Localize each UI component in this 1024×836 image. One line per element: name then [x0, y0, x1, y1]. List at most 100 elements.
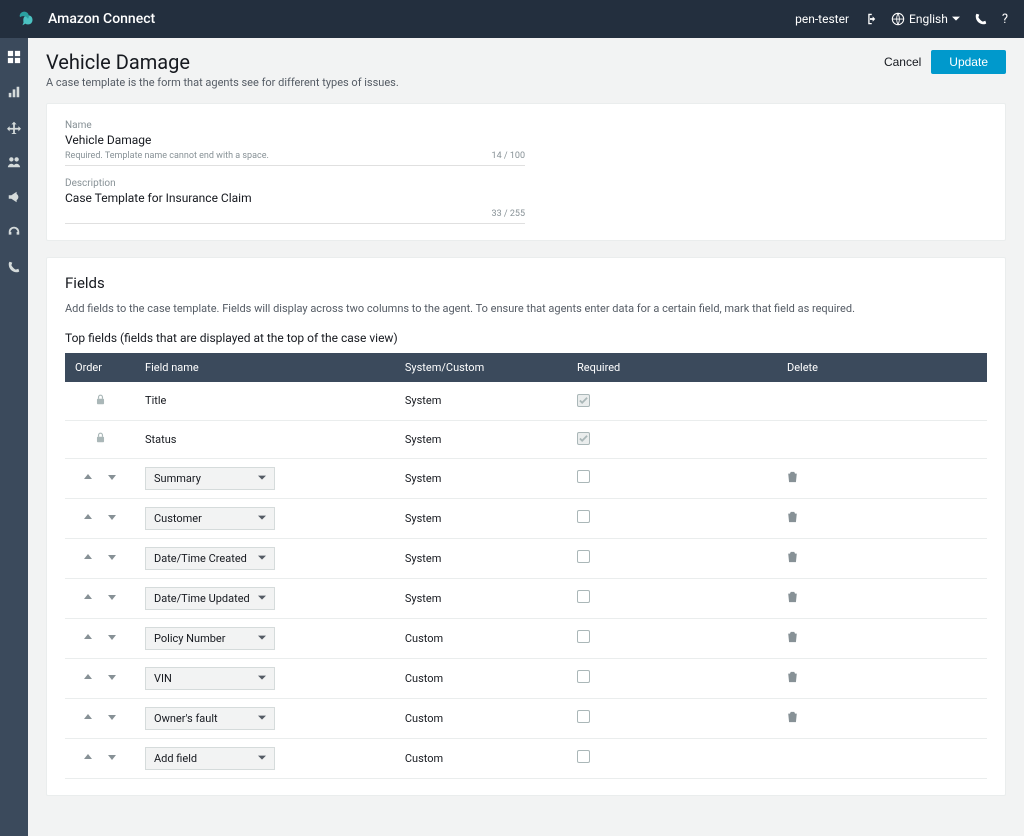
- table-row: TitleSystem: [65, 382, 987, 420]
- field-name-dropdown[interactable]: Date/Time Created: [145, 547, 275, 570]
- move-up-icon[interactable]: [83, 592, 93, 605]
- table-row: Add field Custom: [65, 738, 987, 778]
- move-up-icon[interactable]: [83, 752, 93, 765]
- lock-icon: [95, 395, 106, 408]
- move-up-icon[interactable]: [83, 672, 93, 685]
- delete-icon[interactable]: [787, 553, 798, 566]
- required-checkbox[interactable]: [577, 590, 590, 603]
- move-down-icon[interactable]: [107, 472, 117, 485]
- required-checkbox[interactable]: [577, 510, 590, 523]
- fields-table: Order Field name System/Custom Required …: [65, 353, 987, 779]
- required-checkbox[interactable]: [577, 470, 590, 483]
- move-up-icon[interactable]: [83, 712, 93, 725]
- move-up-icon[interactable]: [83, 552, 93, 565]
- routing-icon[interactable]: [7, 120, 21, 137]
- field-name-label: Title: [135, 382, 395, 420]
- table-row: StatusSystem: [65, 420, 987, 458]
- phone-nav-icon[interactable]: [7, 260, 21, 277]
- field-type-label: Custom: [395, 618, 567, 658]
- field-name-dropdown[interactable]: Customer: [145, 507, 275, 530]
- help-icon[interactable]: ?: [1002, 12, 1008, 27]
- name-label: Name: [65, 120, 525, 131]
- logo-icon: [16, 7, 38, 32]
- col-delete: Delete: [777, 353, 987, 382]
- field-name-dropdown[interactable]: Summary: [145, 467, 275, 490]
- fields-desc: Add fields to the case template. Fields …: [65, 302, 987, 315]
- delete-icon[interactable]: [787, 713, 798, 726]
- field-name-dropdown[interactable]: Policy Number: [145, 627, 275, 650]
- move-up-icon[interactable]: [83, 472, 93, 485]
- name-field-group: Name Vehicle Damage Required. Template n…: [65, 120, 525, 166]
- field-type-label: Custom: [395, 658, 567, 698]
- main-content: Vehicle Damage A case template is the fo…: [28, 38, 1024, 836]
- fields-title: Fields: [65, 274, 987, 292]
- lock-icon: [95, 433, 106, 446]
- required-checkbox[interactable]: [577, 710, 590, 723]
- table-row: CustomerSystem: [65, 498, 987, 538]
- field-type-label: Custom: [395, 698, 567, 738]
- move-down-icon[interactable]: [107, 512, 117, 525]
- delete-icon[interactable]: [787, 633, 798, 646]
- move-down-icon[interactable]: [107, 712, 117, 725]
- headset-icon[interactable]: [7, 225, 21, 242]
- field-type-label: System: [395, 420, 567, 458]
- required-checkbox[interactable]: [577, 630, 590, 643]
- move-up-icon[interactable]: [83, 632, 93, 645]
- move-down-icon[interactable]: [107, 552, 117, 565]
- delete-icon[interactable]: [787, 593, 798, 606]
- col-required: Required: [567, 353, 777, 382]
- move-down-icon[interactable]: [107, 592, 117, 605]
- field-name-dropdown[interactable]: Owner's fault: [145, 707, 275, 730]
- announcement-icon[interactable]: [7, 190, 21, 207]
- col-field-name: Field name: [135, 353, 395, 382]
- page-subtitle: A case template is the form that agents …: [46, 76, 399, 89]
- move-down-icon[interactable]: [107, 632, 117, 645]
- topbar-left: Amazon Connect: [16, 7, 155, 32]
- field-type-label: System: [395, 382, 567, 420]
- description-field-group: Description Case Template for Insurance …: [65, 178, 525, 224]
- required-checkbox: [577, 394, 590, 407]
- language-switcher[interactable]: English: [891, 12, 960, 26]
- update-button[interactable]: Update: [931, 50, 1006, 74]
- product-name: Amazon Connect: [48, 11, 155, 27]
- move-down-icon[interactable]: [107, 672, 117, 685]
- required-checkbox[interactable]: [577, 750, 590, 763]
- delete-icon[interactable]: [787, 513, 798, 526]
- topbar-right: pen-tester English ?: [795, 12, 1008, 27]
- delete-icon[interactable]: [787, 673, 798, 686]
- required-checkbox[interactable]: [577, 670, 590, 683]
- cancel-button[interactable]: Cancel: [884, 55, 921, 69]
- user-label[interactable]: pen-tester: [795, 12, 849, 26]
- logout-icon[interactable]: [863, 12, 877, 26]
- field-type-label: System: [395, 538, 567, 578]
- sidebar: [0, 38, 28, 836]
- field-name-dropdown[interactable]: Date/Time Updated: [145, 587, 275, 610]
- dashboard-icon[interactable]: [7, 50, 21, 67]
- name-counter: 14 / 100: [492, 151, 525, 161]
- metrics-icon[interactable]: [7, 85, 21, 102]
- field-name-dropdown[interactable]: VIN: [145, 667, 275, 690]
- field-type-label: Custom: [395, 738, 567, 778]
- move-down-icon[interactable]: [107, 752, 117, 765]
- topbar: Amazon Connect pen-tester English ?: [0, 0, 1024, 38]
- users-icon[interactable]: [7, 155, 21, 172]
- delete-icon[interactable]: [787, 473, 798, 486]
- table-row: Date/Time Created System: [65, 538, 987, 578]
- phone-icon[interactable]: [974, 12, 988, 26]
- move-up-icon[interactable]: [83, 512, 93, 525]
- table-row: Owner's fault Custom: [65, 698, 987, 738]
- name-input[interactable]: Vehicle Damage: [65, 131, 525, 149]
- field-type-label: System: [395, 578, 567, 618]
- description-counter: 33 / 255: [492, 209, 525, 219]
- language-label: English: [909, 12, 948, 26]
- required-checkbox[interactable]: [577, 550, 590, 563]
- col-system-custom: System/Custom: [395, 353, 567, 382]
- field-type-label: System: [395, 458, 567, 498]
- fields-subtitle: Top fields (fields that are displayed at…: [65, 331, 987, 345]
- table-row: Date/Time Updated System: [65, 578, 987, 618]
- description-input[interactable]: Case Template for Insurance Claim: [65, 189, 525, 207]
- field-name-dropdown[interactable]: Add field: [145, 747, 275, 770]
- description-label: Description: [65, 178, 525, 189]
- table-row: Summary System: [65, 458, 987, 498]
- field-name-label: Status: [135, 420, 395, 458]
